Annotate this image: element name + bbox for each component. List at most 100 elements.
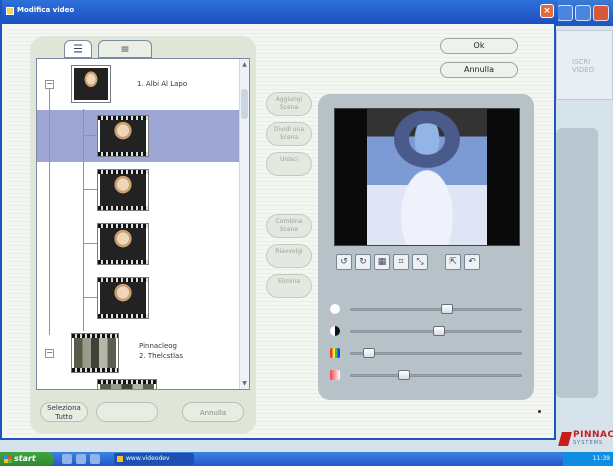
tree-connector: [83, 297, 97, 298]
media-icon[interactable]: [90, 454, 100, 464]
dialog-content: ☰ ≡ − 1. Albi Al Lapo − Pinnacleog 2. Th…: [6, 26, 554, 436]
slider-thumb[interactable]: [433, 326, 446, 336]
rotate-right-icon[interactable]: ↻: [355, 254, 371, 270]
app-icon: [6, 7, 14, 15]
tree-connector: [83, 135, 97, 136]
film-strip: [98, 206, 148, 210]
tree-connector: [83, 243, 97, 244]
ok-button[interactable]: Ok: [440, 38, 518, 54]
blank-button[interactable]: [96, 402, 158, 422]
thumbnail-image: [74, 336, 116, 370]
collapse-album-1[interactable]: −: [45, 80, 54, 89]
background-window-controls: [557, 5, 609, 21]
pinnacle-logo-subtext: SYSTEMS: [573, 440, 604, 446]
scene-browser-panel: ☰ ≡ − 1. Albi Al Lapo − Pinnacleog 2. Th…: [30, 36, 256, 434]
scene-tree: − 1. Albi Al Lapo − Pinnacleog 2. Thelcs…: [36, 58, 250, 390]
slider-track[interactable]: [350, 374, 522, 377]
tint-slider[interactable]: [330, 370, 526, 380]
scene-thumbnail[interactable]: [97, 277, 149, 319]
scroll-down-icon[interactable]: ▼: [241, 380, 248, 387]
crop-icon[interactable]: ⌗: [393, 254, 409, 270]
edit-video-dialog: Modifica video × ☰ ≡ − 1. Albi Al Lapo −…: [0, 0, 558, 440]
slider-track[interactable]: [350, 308, 522, 311]
add-scene-button[interactable]: Aggiungi Scena: [266, 92, 312, 116]
film-strip: [98, 380, 156, 384]
tint-icon: [330, 370, 340, 380]
combine-scenes-button[interactable]: Combina Scene: [266, 214, 312, 238]
tab-tree-view[interactable]: ☰: [64, 40, 92, 58]
tree-connector: [83, 189, 97, 190]
slider-thumb[interactable]: [362, 348, 375, 358]
film-strip: [98, 314, 148, 318]
quick-launch: [62, 454, 100, 464]
dialog-titlebar: Modifica video ×: [2, 0, 558, 24]
collapse-album-2[interactable]: −: [45, 349, 54, 358]
album-1-label: 1. Albi Al Lapo: [137, 80, 188, 88]
tab-list-view[interactable]: ≡: [98, 40, 152, 58]
thumbnail-image: [100, 226, 146, 262]
cancel-left-button[interactable]: Annulla: [182, 402, 244, 422]
tree-connector: [49, 85, 50, 335]
scene-thumbnail[interactable]: [97, 169, 149, 211]
tree-scrollbar[interactable]: ▲ ▼: [239, 59, 249, 389]
preview-image-detail: [379, 111, 475, 181]
split-scene-button[interactable]: Dividi una Scena: [266, 122, 312, 146]
rotate-left-icon[interactable]: ↺: [336, 254, 352, 270]
status-dot: [538, 410, 541, 413]
film-strip: [72, 334, 118, 338]
film-strip: [98, 224, 148, 228]
close-icon[interactable]: [593, 5, 609, 21]
album-1-thumbnail[interactable]: [71, 65, 111, 103]
scene-thumbnail[interactable]: [97, 115, 149, 157]
slider-track[interactable]: [350, 352, 522, 355]
thumbnail-image: [100, 118, 146, 154]
brightness-slider[interactable]: [330, 304, 526, 314]
scroll-thumb[interactable]: [241, 89, 248, 119]
color-slider[interactable]: [330, 348, 526, 358]
pinnacle-logo-icon: [558, 432, 572, 446]
grid-icon[interactable]: ▦: [374, 254, 390, 270]
delete-button[interactable]: Elimina: [266, 274, 312, 298]
preview-panel: ↺ ↻ ▦ ⌗ ⤡ ⇱ ↶: [318, 94, 534, 400]
maximize-icon[interactable]: [575, 5, 591, 21]
thumbnail-image: [74, 68, 108, 100]
rewind-button[interactable]: Riavvolgi: [266, 244, 312, 268]
select-all-button[interactable]: Seleziona Tutto: [40, 402, 88, 422]
undo-icon[interactable]: ↶: [464, 254, 480, 270]
taskbar-item[interactable]: www.videodev: [114, 453, 194, 465]
video-preview: [334, 108, 520, 246]
scroll-up-icon[interactable]: ▲: [241, 61, 248, 68]
film-strip: [98, 260, 148, 264]
desktop-icon[interactable]: [62, 454, 72, 464]
slider-thumb[interactable]: [441, 304, 454, 314]
start-button[interactable]: start: [0, 452, 54, 466]
resize-icon[interactable]: ⤡: [412, 254, 428, 270]
film-strip: [98, 152, 148, 156]
scene-thumbnail[interactable]: [97, 379, 157, 389]
contrast-icon: [330, 326, 340, 336]
dialog-title: Modifica video: [17, 6, 75, 14]
minimize-icon[interactable]: [557, 5, 573, 21]
close-button[interactable]: ×: [540, 4, 554, 18]
list-view-icon: ≡: [120, 42, 130, 56]
cancel-button[interactable]: Annulla: [440, 62, 518, 78]
system-tray: 11:39: [563, 452, 613, 466]
thumbnail-image: [100, 280, 146, 316]
film-strip: [98, 278, 148, 282]
flip-icon[interactable]: ⇱: [445, 254, 461, 270]
film-strip: [98, 116, 148, 120]
brightness-icon: [330, 304, 340, 314]
transform-toolbar: ↺ ↻ ▦ ⌗ ⤡ ⇱ ↶: [336, 254, 480, 270]
contrast-slider[interactable]: [330, 326, 526, 336]
background-timeline-panel: [556, 128, 598, 398]
film-strip: [72, 368, 118, 372]
pinnacle-logo-text: PINNACLE: [573, 430, 613, 440]
browser-icon[interactable]: [76, 454, 86, 464]
merge-button[interactable]: Unisci: [266, 152, 312, 176]
pinnacle-logo: PINNACLE SYSTEMS: [558, 430, 613, 448]
slider-thumb[interactable]: [398, 370, 410, 380]
album-2-thumbnail[interactable]: [71, 333, 119, 373]
scene-thumbnail[interactable]: [97, 223, 149, 265]
film-strip: [98, 170, 148, 174]
album-2-label: Pinnacleog 2. Thelcstlas: [139, 342, 183, 360]
